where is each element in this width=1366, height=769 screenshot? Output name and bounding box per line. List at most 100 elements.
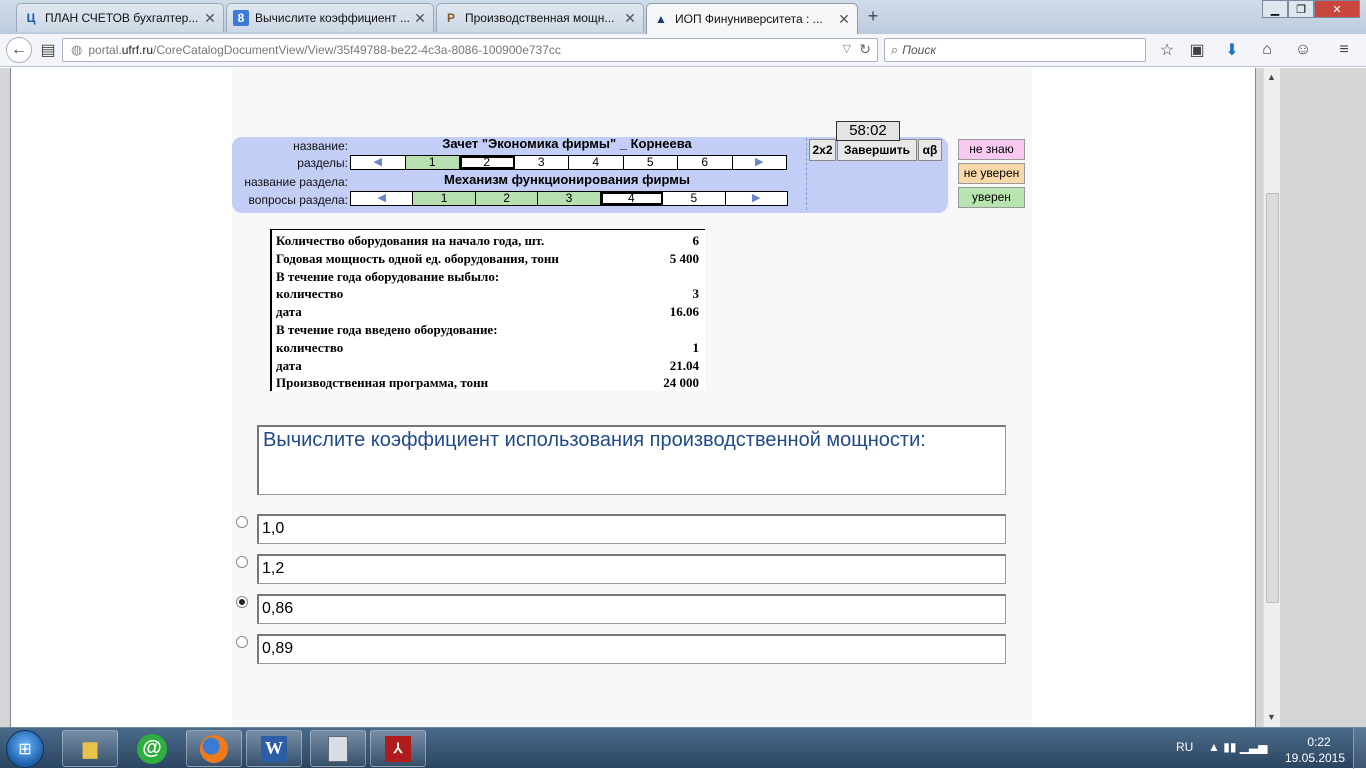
acrobat-icon[interactable]: ⅄ — [370, 730, 426, 767]
table-row: Производственная программа, тонн 24 000 — [272, 374, 705, 392]
tray-icons[interactable]: ▲ ▮▮ ▁▃▅ — [1208, 740, 1267, 754]
section-3[interactable]: 3 — [515, 156, 569, 169]
source-data-table: Количество оборудования на начало года, … — [270, 229, 705, 391]
table-row: В течение года введено оборудование: — [272, 321, 705, 339]
option-1-radio[interactable] — [236, 516, 248, 528]
finish-button[interactable]: Завершить — [837, 139, 917, 161]
globe-icon: ◍ — [71, 42, 83, 57]
taskbar: ⊞ ▆ @ W ⅄ RU ▲ ▮▮ ▁▃▅ 0:22 19.05.2015 — [0, 727, 1366, 769]
table-row: Количество оборудования на начало года, … — [272, 232, 705, 250]
option-4-radio[interactable] — [236, 636, 248, 648]
questions-next-arrow-icon[interactable]: ▶ — [726, 192, 787, 205]
maximize-button[interactable]: ❐ — [1288, 0, 1314, 18]
dont-know-button[interactable]: не знаю — [958, 139, 1025, 160]
dropdown-arrow-icon[interactable]: ▽ — [843, 42, 851, 55]
question-4[interactable]: 4 — [600, 192, 664, 205]
tab-plan-schetov[interactable]: Ц ПЛАН СЧЕТОВ бухгалтер... ✕ — [16, 3, 224, 32]
section-5[interactable]: 5 — [624, 156, 678, 169]
option-3[interactable]: 0,86 — [257, 594, 1006, 624]
label-name: название: — [293, 139, 348, 153]
question-3[interactable]: 3 — [538, 192, 601, 205]
clock-time[interactable]: 0:22 — [1290, 735, 1348, 749]
back-arrow-icon[interactable]: ← — [6, 37, 32, 63]
search-placeholder: Поиск — [902, 43, 936, 57]
row-value: 6 — [692, 233, 700, 248]
sure-button[interactable]: уверен — [958, 187, 1025, 208]
menu-icon[interactable]: ≡ — [1332, 39, 1356, 61]
option-2[interactable]: 1,2 — [257, 554, 1006, 584]
tab-title: Вычислите коэффициент ... — [255, 11, 410, 25]
alpha-beta-button[interactable]: αβ — [918, 139, 942, 161]
tab-favicon-icon: ▲ — [655, 12, 667, 26]
tab-favicon-icon: 8 — [233, 10, 249, 26]
unsure-button[interactable]: не уверен — [958, 163, 1025, 184]
tab-favicon-icon: P — [446, 11, 455, 25]
network-icon[interactable]: ▮▮ — [1223, 740, 1236, 754]
section-6[interactable]: 6 — [678, 156, 733, 169]
firefox-icon[interactable] — [186, 730, 242, 767]
clock-date[interactable]: 19.05.2015 — [1284, 751, 1346, 765]
search-bar[interactable]: ⌕ Поиск — [884, 38, 1146, 62]
start-button-windows-icon[interactable]: ⊞ — [6, 730, 44, 768]
word-icon[interactable]: W — [246, 730, 302, 767]
close-window-button[interactable]: ✕ — [1314, 0, 1360, 18]
tab-proizvodstvennaya[interactable]: P Производственная мощн... ✕ — [436, 3, 644, 32]
label-section-questions: вопросы раздела: — [248, 193, 348, 207]
row-label: Количество оборудования на начало года, … — [276, 233, 545, 248]
option-3-radio[interactable] — [236, 596, 248, 608]
signal-icon[interactable]: ▁▃▅ — [1240, 740, 1268, 754]
scroll-up-icon[interactable]: ▲ — [1267, 72, 1276, 82]
tab-vychislite[interactable]: 8 Вычислите коэффициент ... ✕ — [226, 3, 434, 32]
tab-favicon-icon: Ц — [26, 11, 36, 25]
new-tab-button[interactable]: + — [862, 6, 884, 28]
option-1[interactable]: 1,0 — [257, 514, 1006, 544]
reload-icon[interactable]: ↻ — [859, 41, 871, 58]
section-1[interactable]: 1 — [405, 156, 460, 169]
close-tab-icon[interactable]: ✕ — [203, 10, 217, 27]
close-tab-icon[interactable]: ✕ — [837, 11, 851, 28]
file-explorer-icon[interactable]: ▆ — [62, 730, 118, 767]
table-row: Годовая мощность одной ед. оборудования,… — [272, 250, 705, 268]
mail-agent-icon[interactable]: @ — [124, 730, 180, 767]
close-tab-icon[interactable]: ✕ — [413, 10, 427, 27]
countdown-timer: 58:02 — [836, 121, 900, 141]
sections-prev-arrow-icon[interactable]: ◀ — [351, 156, 406, 169]
section-4[interactable]: 4 — [569, 156, 624, 169]
row-value: 16.06 — [669, 304, 699, 320]
grid-2x2-button[interactable]: 2x2 — [809, 139, 836, 161]
question-text: Вычислите коэффициент использования прои… — [257, 425, 1006, 495]
row-value: 5 400 — [669, 250, 699, 266]
option-4[interactable]: 0,89 — [257, 634, 1006, 664]
address-bar[interactable]: ◍ portal.ufrf.ru/CoreCatalogDocumentView… — [62, 38, 878, 62]
tray-expand-icon[interactable]: ▲ — [1208, 740, 1220, 754]
minimize-button[interactable]: ▁ — [1262, 0, 1288, 18]
show-desktop-button[interactable] — [1353, 728, 1366, 769]
questions-prev-arrow-icon[interactable]: ◀ — [351, 192, 414, 205]
bookmark-star-icon[interactable]: ☆ — [1155, 39, 1179, 61]
sections-next-arrow-icon[interactable]: ▶ — [733, 156, 787, 169]
section-2[interactable]: 2 — [460, 156, 515, 169]
close-tab-icon[interactable]: ✕ — [623, 10, 637, 27]
header-divider — [806, 138, 807, 210]
scroll-thumb[interactable] — [1266, 193, 1279, 603]
reading-list-icon[interactable]: ▤ — [36, 39, 60, 61]
question-5[interactable]: 5 — [663, 192, 726, 205]
row-label: В течение года оборудование выбыло: — [276, 268, 500, 284]
vertical-scrollbar[interactable]: ▲ ▼ — [1263, 68, 1280, 727]
home-icon[interactable]: ⌂ — [1255, 39, 1279, 61]
search-icon: ⌕ — [891, 42, 899, 57]
question-2[interactable]: 2 — [475, 192, 539, 205]
calculator-icon[interactable] — [310, 730, 366, 767]
download-icon[interactable]: ⬇ — [1220, 39, 1244, 61]
row-label: Производственная программа, тонн — [276, 375, 489, 391]
question-1[interactable]: 1 — [413, 192, 476, 205]
smiley-icon[interactable]: ☺ — [1291, 39, 1315, 61]
table-row: дата 16.06 — [272, 303, 705, 321]
tab-strip: Ц ПЛАН СЧЕТОВ бухгалтер... ✕ 8 Вычислите… — [0, 0, 1366, 34]
tab-iop-active[interactable]: ▲ ИОП Финуниверситета : ... ✕ — [646, 3, 858, 34]
language-indicator[interactable]: RU — [1176, 740, 1193, 754]
test-title: Зачет "Экономика фирмы" _ Корнеева — [442, 136, 692, 151]
bookmarks-list-icon[interactable]: ▣ — [1185, 39, 1209, 61]
option-2-radio[interactable] — [236, 556, 248, 568]
scroll-down-icon[interactable]: ▼ — [1267, 712, 1276, 722]
